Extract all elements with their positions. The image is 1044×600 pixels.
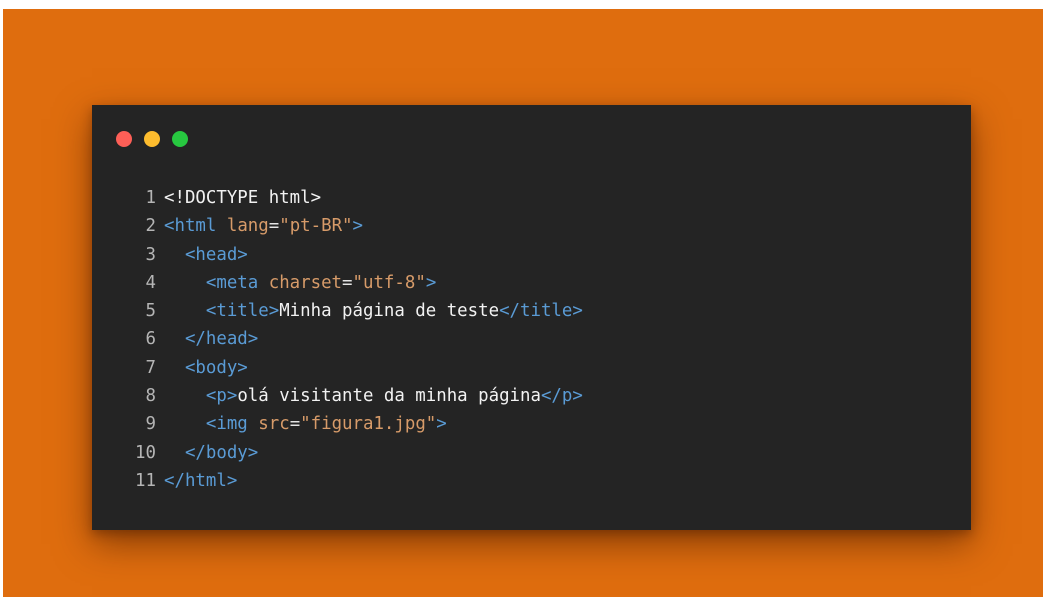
code-token-attr: charset [268,272,343,293]
code-token-tag: </head> [184,329,259,350]
code-token-attr: "figura1.jpg" [300,414,437,435]
code-token-punct: = [289,414,301,435]
code-line: 7 <body> [116,354,583,382]
line-number: 2 [145,216,156,237]
window-controls [116,131,188,147]
code-token-tag: </title> [499,301,583,322]
code-line: 4 <meta charset="utf-8"> [116,269,583,297]
line-number: 11 [135,470,156,491]
code-token-attr: lang [226,216,269,237]
line-number: 10 [135,442,156,463]
code-token-plain: <!DOCTYPE html> [164,188,322,208]
code-line: 2 <html lang="pt-BR"> [116,212,583,240]
code-token-tag: > [436,414,447,435]
line-number: 3 [145,244,156,265]
code-line: 1 <!DOCTYPE html> [116,184,583,212]
code-line: 11 </html> [116,467,583,495]
code-window: 1 <!DOCTYPE html> 2 <html lang="pt-BR"> 3 <h… [92,105,971,530]
code-token-plain: Minha página de teste [279,301,500,322]
code-token-tag: > [352,216,363,237]
code-token-tag: </html> [164,470,238,491]
line-number: 9 [145,414,156,435]
orange-background: 1 <!DOCTYPE html> 2 <html lang="pt-BR"> 3 <h… [3,9,1043,597]
code-token-punct: = [342,272,353,293]
code-token-tag: </p> [540,386,583,407]
code-line: 10 </body> [116,439,583,467]
line-number: 6 [145,329,156,350]
code-token-tag: </body> [184,442,259,463]
code-line: 9 <img src="figura1.jpg"> [116,410,583,438]
line-number: 8 [145,386,156,407]
code-line: 8 <p>olá visitante da minha página</p> [116,382,583,410]
zoom-icon[interactable] [172,131,188,147]
code-token-tag: <img [205,414,248,435]
code-token-plain: olá visitante da minha página [237,386,541,407]
minimize-icon[interactable] [144,131,160,147]
code-token-punct: = [268,216,280,237]
code-token-tag: > [425,272,437,293]
code-token-tag: <title> [205,301,280,322]
code-token-attr: "pt-BR" [279,216,353,237]
line-number: 5 [145,301,156,322]
code-line: 5 <title>Minha página de teste</title> [116,297,583,325]
code-token-tag: <head> [184,244,248,265]
code-token-attr: "utf-8" [352,272,426,293]
code-line: 3 <head> [116,241,583,269]
code-block: 1 <!DOCTYPE html> 2 <html lang="pt-BR"> 3 <h… [116,184,583,495]
code-token-tag: <meta [205,272,259,293]
line-number: 7 [145,357,156,378]
line-number: 4 [145,272,156,293]
code-token-tag: <body> [184,357,248,378]
code-token-tag: <p> [205,386,238,407]
code-token-tag: <html [164,216,217,237]
code-line: 6 </head> [116,325,583,353]
line-number: 1 [145,188,156,208]
close-icon[interactable] [116,131,132,147]
code-token-attr: src [258,414,290,435]
